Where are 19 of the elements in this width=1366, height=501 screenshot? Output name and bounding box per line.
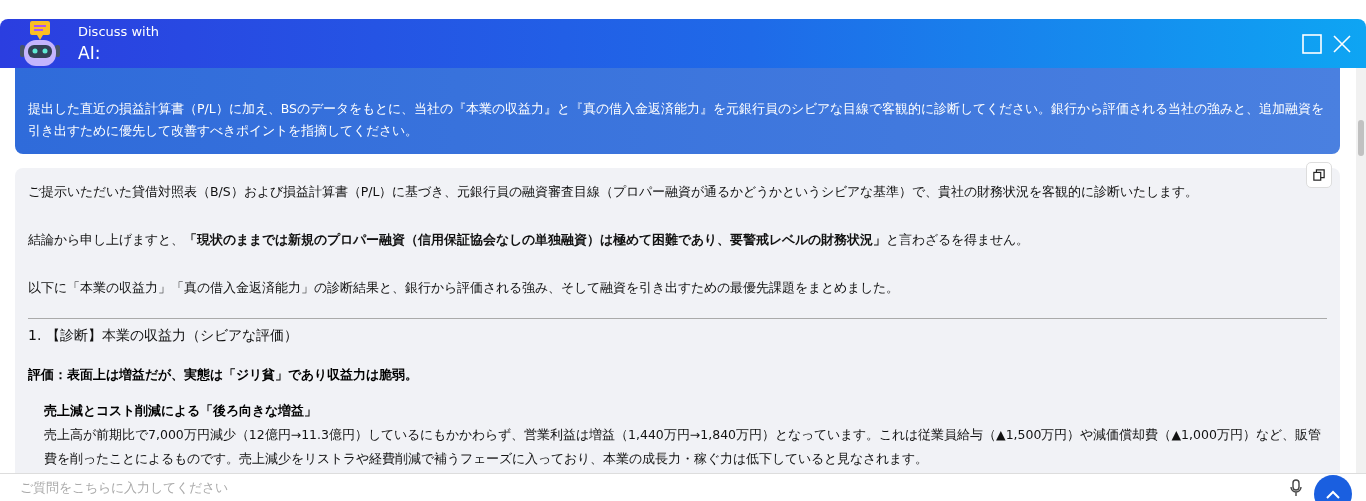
response-paragraph: 以下に「本業の収益力」「真の借入金返済能力」の診断結果と、銀行から評価される強み、そして融資を引き出すための最優先課題をまとめました。 xyxy=(28,279,900,297)
response-paragraph: 結論から申し上げますと、「現状のままでは新規のプロパー融資（信用保証協会なしの単独融資）は極めて困難であり、要警戒レベルの財務状況」と言わざるを得ません。 xyxy=(28,231,1030,249)
microphone-icon[interactable] xyxy=(1290,478,1302,497)
close-icon[interactable] xyxy=(1332,33,1352,54)
copy-icon xyxy=(1313,169,1325,181)
chevron-up-icon xyxy=(1325,488,1341,499)
verdict-text: 評価：表面上は増益だが、実態は「ジリ貧」であり収益力は脆弱。 xyxy=(28,366,419,384)
question-input-field[interactable]: ご質問をこちらに入力してください xyxy=(20,477,1282,498)
point-text: 売上高が前期比で7,000万円減少（12億円→11.3億円）しているにもかかわらず、営業利益は増益（1,440万円→1,840万円）となっています。これは従業員給与（▲1,500万円）や減価償却費（▲1,000万円）など、販管費を削ったことによるものです。売上減少をリストラや経費削減で補うフェーズに入っており、本業の成長力・稼ぐ力は低下していると見なされます。 xyxy=(43,426,1322,468)
header-title: Discuss with xyxy=(78,22,160,41)
user-message-text: 提出した直近の損益計算書（P/L）に加え、BSのデータをもとに、当社の『本業の収益力』と『真の借入金返済能力』を元銀行員のシビアな目線で客観的に診断してください。銀行から評価される当社の強みと、追加融資を引き出すために優先して改善すべきポイントを指摘してください。 xyxy=(28,100,1325,140)
point-heading: 売上減とコスト削減による「後ろ向きな増益」 xyxy=(43,402,318,420)
send-button[interactable] xyxy=(1314,474,1352,501)
robot-icon xyxy=(18,20,62,67)
section-heading: 1. 【診断】本業の収益力（シビアな評価） xyxy=(28,326,299,345)
header-subtitle: AI: xyxy=(78,41,102,65)
scrollbar[interactable] xyxy=(1356,68,1366,473)
copy-button[interactable] xyxy=(1306,162,1332,188)
response-paragraph: ご提示いただいた貸借対照表（B/S）および損益計算書（P/L）に基づき、元銀行員の融資審査目線（プロパー融資が通るかどうかというシビアな基準）で、貴社の財務状況を客観的に診断いたします。 xyxy=(28,183,1200,201)
